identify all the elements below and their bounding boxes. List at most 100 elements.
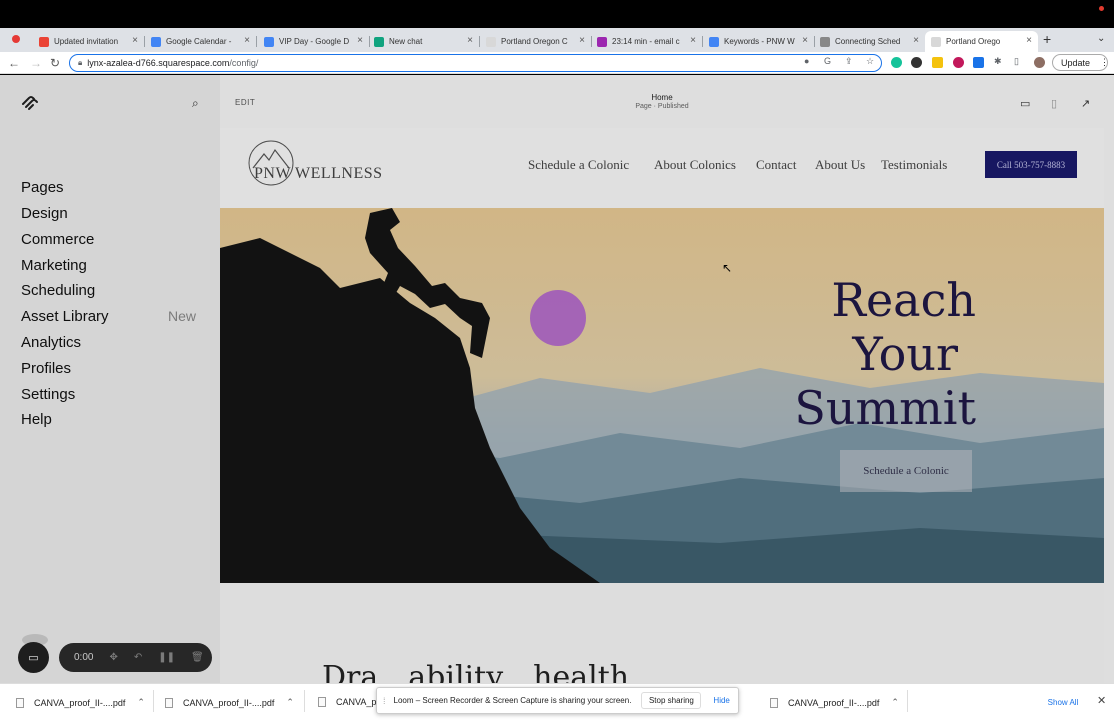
draw-icon[interactable]: ✥: [109, 652, 117, 663]
share-icon[interactable]: ⇪: [845, 56, 853, 67]
extensions-puzzle-icon[interactable]: ✱: [994, 56, 1002, 67]
mobile-view-icon[interactable]: ▯: [1051, 97, 1057, 110]
tab-favicon-icon: [264, 36, 274, 47]
tab-label: New chat: [389, 37, 423, 46]
site-nav-link[interactable]: Contact: [756, 157, 796, 173]
tab-close-icon[interactable]: ×: [1026, 35, 1032, 46]
sidebar-item-commerce[interactable]: Commerce: [21, 231, 94, 248]
tab-label: Keywords - PNW W: [724, 37, 795, 46]
pause-icon[interactable]: ❚❚: [158, 652, 175, 663]
tab-close-icon[interactable]: ×: [357, 35, 363, 46]
hero-title: Reach Your Summit: [786, 273, 976, 435]
browser-tab[interactable]: Portland Orego ×: [925, 31, 1038, 52]
download-filename: CANVA_proof_II-....pdf: [34, 697, 126, 708]
site-nav-link[interactable]: About Us: [815, 157, 865, 173]
expand-icon[interactable]: ↗: [1081, 97, 1090, 110]
browser-tab[interactable]: Portland Oregon C ×: [480, 31, 592, 52]
browser-tab[interactable]: VIP Day - Google D ×: [258, 31, 370, 52]
tab-search-icon[interactable]: ⌄: [1097, 33, 1105, 44]
sidebar-item-design[interactable]: Design: [21, 205, 68, 222]
tab-label: Portland Orego: [946, 37, 1001, 46]
sidebar-item-asset-library[interactable]: Asset Library: [21, 308, 109, 325]
download-item[interactable]: CANVA_proof_II-....pdf ⌃: [165, 697, 294, 708]
tab-close-icon[interactable]: ×: [913, 35, 919, 46]
google-lens-icon[interactable]: G: [824, 56, 831, 66]
sidebar-item-profiles[interactable]: Profiles: [21, 360, 71, 377]
stop-sharing-button[interactable]: Stop sharing: [641, 692, 702, 709]
tab-favicon-icon: [597, 36, 607, 47]
address-bar[interactable]: 🔒︎ lynx-azalea-d766.squarespace.com/conf…: [69, 54, 882, 72]
download-item[interactable]: CANVA_proof_II-....pdf ⌃: [770, 697, 899, 708]
edit-button[interactable]: EDIT: [235, 98, 255, 107]
update-button[interactable]: Update ⋮: [1052, 54, 1109, 71]
download-filename: CANVA_pr: [336, 697, 380, 707]
download-divider: [153, 690, 154, 712]
download-options-icon[interactable]: ⌃: [286, 697, 294, 708]
tab-close-icon[interactable]: ×: [802, 35, 808, 46]
browser-tab[interactable]: 23:14 min - email c ×: [591, 31, 703, 52]
site-nav-link[interactable]: Testimonials: [881, 157, 947, 173]
download-item[interactable]: CANVA_proof_II-....pdf ⌃: [16, 697, 145, 708]
profile-avatar[interactable]: [1034, 57, 1045, 68]
camera-toggle-icon[interactable]: ▭: [18, 642, 49, 673]
extension-dark-icon[interactable]: [911, 57, 922, 68]
extension-yellow-icon[interactable]: [932, 57, 943, 68]
undo-icon[interactable]: ↶: [134, 652, 142, 663]
browser-tab[interactable]: New chat ×: [368, 31, 480, 52]
sidebar-item-pages[interactable]: Pages: [21, 179, 64, 196]
browser-tab[interactable]: Google Calendar - ×: [145, 31, 257, 52]
extension-loom-icon[interactable]: [953, 57, 964, 68]
pdf-file-icon: [770, 697, 778, 708]
tab-label: VIP Day - Google D: [279, 37, 350, 46]
url-path: /config/: [229, 58, 259, 68]
new-tab-icon[interactable]: +: [1043, 31, 1051, 47]
show-all-button[interactable]: Show All: [1040, 693, 1086, 711]
reload-icon[interactable]: ↻: [50, 56, 60, 70]
download-options-icon[interactable]: ⌃: [891, 697, 899, 708]
tab-close-icon[interactable]: ×: [132, 35, 138, 46]
squarespace-logo-icon[interactable]: [21, 95, 39, 111]
extension-blue-icon[interactable]: [973, 57, 984, 68]
tab-favicon-icon: [931, 36, 941, 47]
lock-icon: 🔒︎: [78, 58, 83, 67]
site-nav-link[interactable]: Schedule a Colonic: [528, 157, 629, 173]
hero-title-line: Your: [852, 327, 958, 381]
grammarly-extension-icon[interactable]: [891, 57, 902, 68]
sidebar-item-marketing[interactable]: Marketing: [21, 257, 87, 274]
bookmark-star-icon[interactable]: ☆: [866, 56, 874, 67]
search-icon[interactable]: ⌕: [192, 96, 199, 111]
call-button[interactable]: Call 503-757-8883: [985, 151, 1077, 178]
tab-close-icon[interactable]: ×: [690, 35, 696, 46]
url-host: lynx-azalea-d766.squarespace.com: [87, 58, 230, 68]
sidebar-item-settings[interactable]: Settings: [21, 386, 75, 403]
download-item[interactable]: CANVA_pr: [318, 697, 379, 707]
microphone-icon[interactable]: ●: [804, 56, 809, 66]
tab-close-icon[interactable]: ×: [579, 35, 585, 46]
sidebar-item-analytics[interactable]: Analytics: [21, 334, 81, 351]
tab-favicon-icon: [709, 36, 719, 47]
back-icon[interactable]: ←: [8, 56, 20, 70]
browser-tab[interactable]: Connecting Sched ×: [814, 31, 926, 52]
recording-indicator-icon: [1099, 6, 1104, 11]
sidebar-item-scheduling[interactable]: Scheduling: [21, 282, 95, 299]
close-icon[interactable]: ✕: [1097, 694, 1106, 707]
download-filename: CANVA_proof_II-....pdf: [788, 697, 880, 708]
drag-handle-icon[interactable]: ⁞: [383, 696, 386, 706]
download-options-icon[interactable]: ⌃: [137, 697, 145, 708]
browser-tab[interactable]: Updated invitation ×: [33, 31, 145, 52]
hide-button[interactable]: Hide: [713, 696, 729, 705]
tab-favicon-icon: [374, 36, 384, 47]
desktop-view-icon[interactable]: ▭: [1020, 97, 1030, 110]
tab-label: Updated invitation: [54, 37, 119, 46]
site-nav-link[interactable]: About Colonics: [654, 157, 736, 173]
more-menu-icon[interactable]: ⋮: [1100, 57, 1109, 68]
forward-icon[interactable]: →: [30, 56, 42, 70]
browser-tab[interactable]: Keywords - PNW W ×: [703, 31, 815, 52]
sidebar-item-help[interactable]: Help: [21, 411, 52, 428]
hero-schedule-button[interactable]: Schedule a Colonic: [840, 450, 972, 492]
update-label: Update: [1061, 57, 1091, 68]
side-panel-icon[interactable]: ▯: [1014, 56, 1019, 67]
tab-close-icon[interactable]: ×: [244, 35, 250, 46]
delete-icon[interactable]: 🗑︎: [191, 652, 204, 663]
tab-close-icon[interactable]: ×: [467, 35, 473, 46]
